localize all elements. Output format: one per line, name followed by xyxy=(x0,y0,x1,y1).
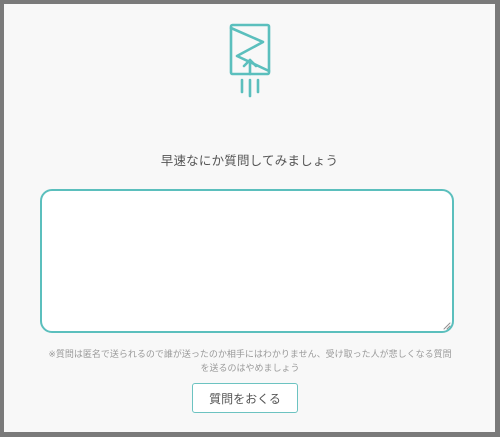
envelope-upload-icon xyxy=(229,23,271,98)
anonymity-notice: ※質問は匿名で送られるので誰が送ったのか相手にはわかりません、受け取った人が悲し… xyxy=(48,350,452,374)
question-box-panel: 早速なにか質問してみましょう ※質問は匿名で送られるので誰が送ったのか相手にはわ… xyxy=(0,0,500,437)
question-prompt: 早速なにか質問してみましょう xyxy=(160,153,339,168)
question-input[interactable] xyxy=(40,189,454,333)
resize-handle-icon[interactable] xyxy=(442,321,451,330)
send-question-button[interactable]: 質問をおくる xyxy=(192,383,298,413)
question-input-wrapper xyxy=(40,189,454,333)
